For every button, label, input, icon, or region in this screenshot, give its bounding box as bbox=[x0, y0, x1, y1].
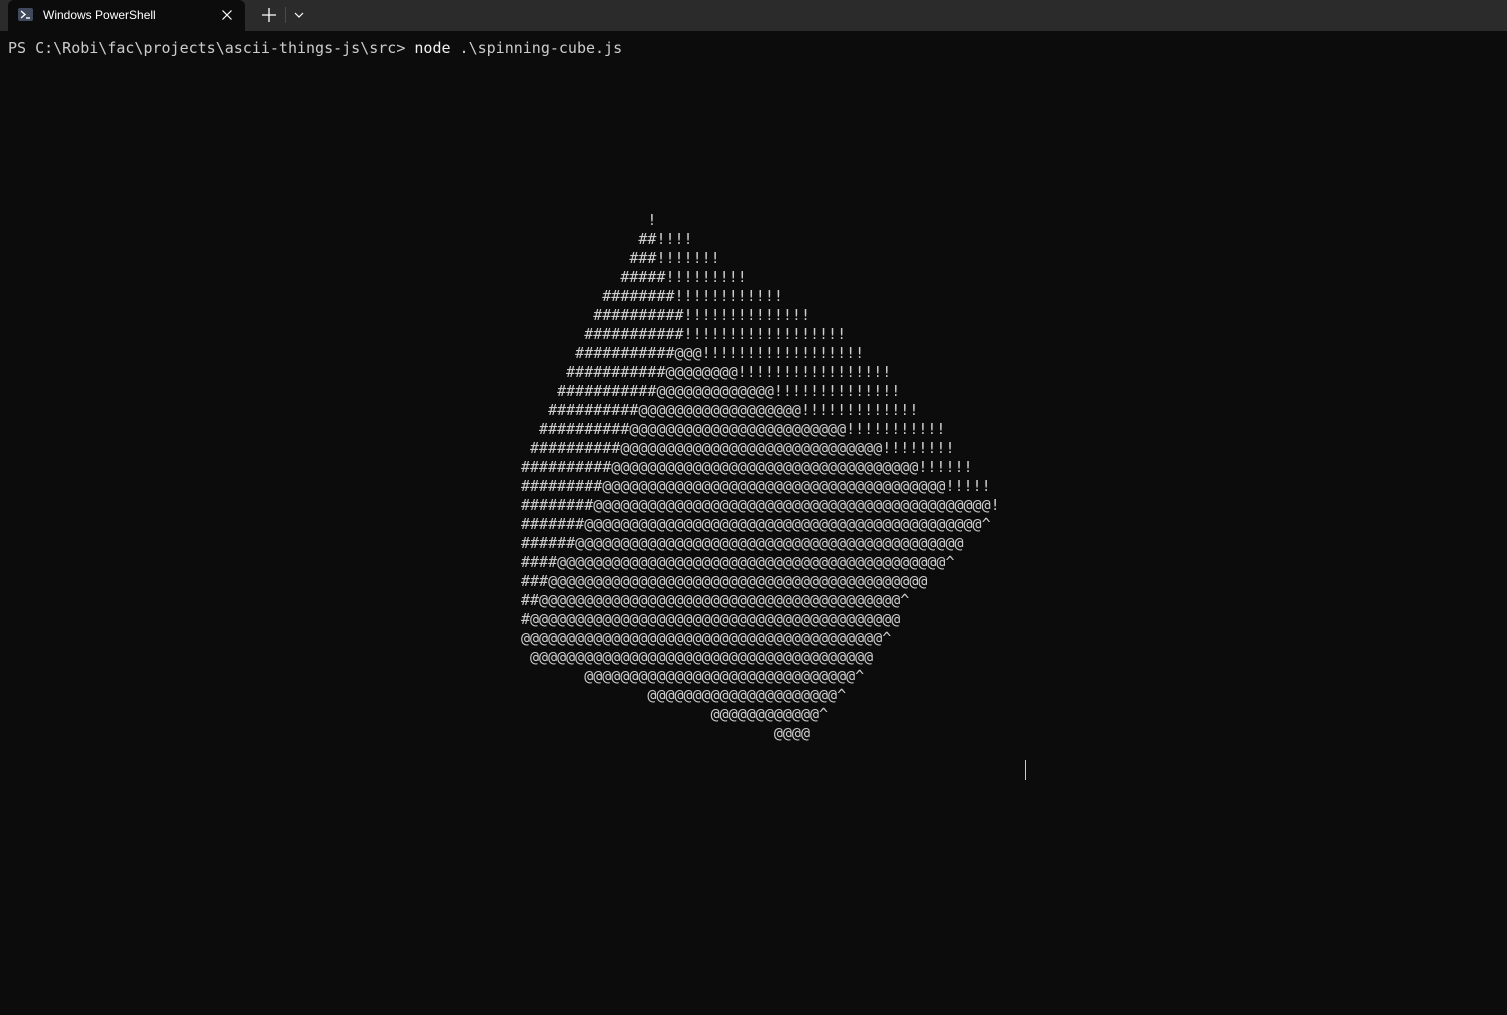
ascii-art-line: ###########@@@@@@@@@@@@@!!!!!!!!!!!!!! bbox=[521, 382, 901, 400]
ascii-art-line: ###########@@@@@@@@!!!!!!!!!!!!!!!!! bbox=[521, 363, 892, 381]
ascii-art-line: ####@@@@@@@@@@@@@@@@@@@@@@@@@@@@@@@@@@@@… bbox=[521, 553, 955, 571]
ascii-art-line: ##########@@@@@@@@@@@@@@@@@@@@@@@@@@@@@@… bbox=[521, 458, 973, 476]
ascii-art-line: ###########!!!!!!!!!!!!!!!!!! bbox=[521, 325, 847, 343]
ascii-art-line: ##########@@@@@@@@@@@@@@@@@@@@@@@@@@@@@!… bbox=[521, 439, 955, 457]
ascii-art-line: #####!!!!!!!!! bbox=[521, 268, 747, 286]
new-tab-plus-icon[interactable] bbox=[259, 5, 279, 25]
tab-title: Windows PowerShell bbox=[43, 8, 156, 22]
ascii-art-line: #######@@@@@@@@@@@@@@@@@@@@@@@@@@@@@@@@@… bbox=[521, 515, 991, 533]
ascii-art-line: ########@@@@@@@@@@@@@@@@@@@@@@@@@@@@@@@@… bbox=[521, 496, 1000, 514]
ascii-art-line: #########@@@@@@@@@@@@@@@@@@@@@@@@@@@@@@@… bbox=[521, 477, 991, 495]
title-bar: Windows PowerShell bbox=[0, 0, 1507, 31]
prompt-text: PS C:\Robi\fac\projects\ascii-things-js\… bbox=[8, 39, 406, 57]
ascii-art-line: ###!!!!!!! bbox=[521, 249, 720, 267]
ascii-art-line: @@@@@@@@@@@@@@@@@@@@@@@@@@@@@@^ bbox=[521, 667, 865, 685]
ascii-art-line: ##########!!!!!!!!!!!!!! bbox=[521, 306, 810, 324]
ascii-art-line: ###########@@@!!!!!!!!!!!!!!!!!! bbox=[521, 344, 865, 362]
ascii-art-line: @@@@@@@@@@@@^ bbox=[521, 705, 829, 723]
command-argument: .\spinning-cube.js bbox=[459, 39, 623, 57]
ascii-art-line: ###@@@@@@@@@@@@@@@@@@@@@@@@@@@@@@@@@@@@@… bbox=[521, 572, 928, 590]
ascii-art-line: @@@@@@@@@@@@@@@@@@@@@@@@@@@@@@@@@@@@@@ bbox=[521, 648, 874, 666]
close-icon[interactable] bbox=[218, 6, 236, 24]
chevron-down-icon[interactable] bbox=[291, 6, 307, 24]
ascii-art-line: ! bbox=[521, 211, 657, 229]
ascii-art-line: ########!!!!!!!!!!!! bbox=[521, 287, 783, 305]
ascii-art-cube: ! ##!!!! ###!!!!!!! #####!!!!!!!!! #####… bbox=[521, 211, 1000, 743]
tab-windows-powershell[interactable]: Windows PowerShell bbox=[8, 0, 245, 31]
terminal-output[interactable]: PS C:\Robi\fac\projects\ascii-things-js\… bbox=[0, 31, 1507, 1015]
ascii-art-line: @@@@@@@@@@@@@@@@@@@@@@@@@@@@@@@@@@@@@@@@… bbox=[521, 629, 892, 647]
ascii-art-line: @@@@@@@@@@@@@@@@@@@@@^ bbox=[521, 686, 847, 704]
powershell-icon bbox=[18, 8, 33, 21]
ascii-art-line: ##!!!! bbox=[521, 230, 693, 248]
tab-separator bbox=[285, 7, 286, 23]
ascii-art-line: @@@@ bbox=[521, 724, 810, 742]
ascii-art-line: #@@@@@@@@@@@@@@@@@@@@@@@@@@@@@@@@@@@@@@@… bbox=[521, 610, 901, 628]
ascii-art-line: ##########@@@@@@@@@@@@@@@@@@!!!!!!!!!!!!… bbox=[521, 401, 919, 419]
text-cursor bbox=[1025, 760, 1026, 780]
command-line: PS C:\Robi\fac\projects\ascii-things-js\… bbox=[8, 40, 622, 57]
ascii-art-line: ##@@@@@@@@@@@@@@@@@@@@@@@@@@@@@@@@@@@@@@… bbox=[521, 591, 910, 609]
ascii-art-line: ##########@@@@@@@@@@@@@@@@@@@@@@@@!!!!!!… bbox=[521, 420, 946, 438]
command-text: node bbox=[414, 39, 451, 57]
ascii-art-line: ######@@@@@@@@@@@@@@@@@@@@@@@@@@@@@@@@@@… bbox=[521, 534, 964, 552]
